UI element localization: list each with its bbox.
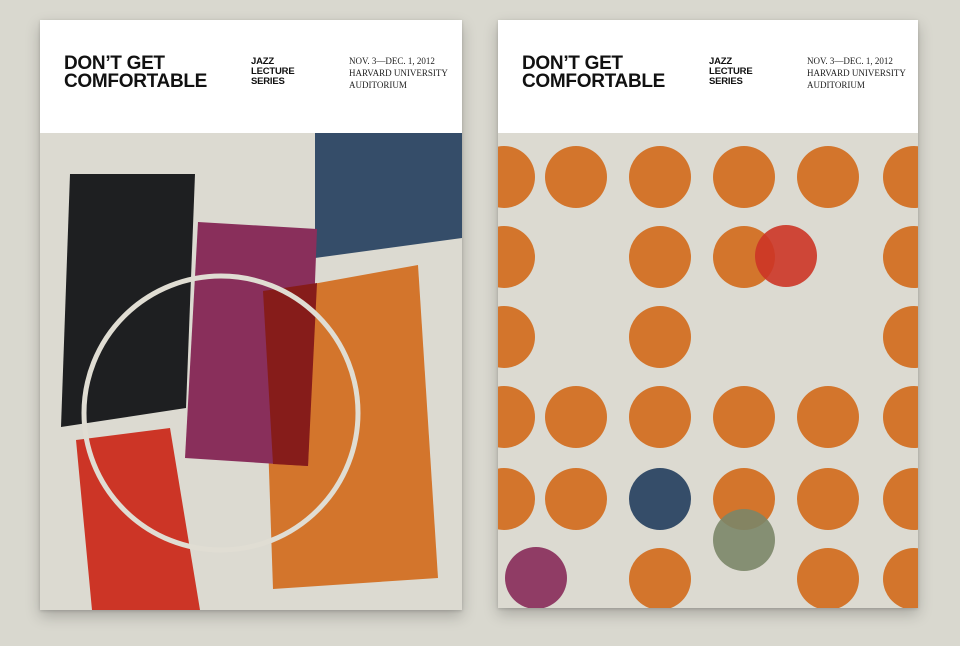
orange-dot [498,306,535,368]
orange-dot [629,306,691,368]
poster-right: DON’T GET COMFORTABLE JAZZ LECTURE SERIE… [498,20,918,608]
navy-rectangle [315,133,462,258]
series-label: JAZZ LECTURE SERIES [709,56,753,87]
orange-dot [629,548,691,608]
event-details: NOV. 3—DEC. 1, 2012 HARVARD UNIVERSITY A… [807,56,906,90]
orange-dot [797,146,859,208]
dot-grid-artwork [498,146,918,608]
orange-dot [498,146,535,208]
abstract-shapes-artwork [61,133,462,610]
black-rectangle [61,174,195,427]
poster-title: DON’T GET COMFORTABLE [64,53,208,92]
orange-dot [883,548,918,608]
orange-dot [713,146,775,208]
orange-dot [629,386,691,448]
orange-dot [498,386,535,448]
orange-dot [883,306,918,368]
poster-title: DON’T GET COMFORTABLE [522,53,666,92]
orange-dot [498,226,535,288]
orange-dot [545,386,607,448]
orange-dot [797,468,859,530]
poster-header: DON’T GET COMFORTABLE JAZZ LECTURE SERIE… [498,20,918,133]
orange-dot [883,468,918,530]
navy-dot [629,468,691,530]
orange-dot [797,548,859,608]
series-label: JAZZ LECTURE SERIES [251,56,295,87]
orange-dot [498,468,535,530]
olive-dot [713,509,775,571]
poster-header: DON’T GET COMFORTABLE JAZZ LECTURE SERIE… [40,20,462,133]
event-details: NOV. 3—DEC. 1, 2012 HARVARD UNIVERSITY A… [349,56,448,90]
orange-dot [545,468,607,530]
orange-dot [883,386,918,448]
red-dot [755,225,817,287]
orange-dot [713,386,775,448]
orange-dot [883,226,918,288]
poster-left: DON’T GET COMFORTABLE JAZZ LECTURE SERIE… [40,20,462,610]
plum-dot [505,547,567,608]
orange-dot [629,146,691,208]
orange-dot [883,146,918,208]
orange-dot [629,226,691,288]
orange-dot [545,146,607,208]
orange-dot [797,386,859,448]
